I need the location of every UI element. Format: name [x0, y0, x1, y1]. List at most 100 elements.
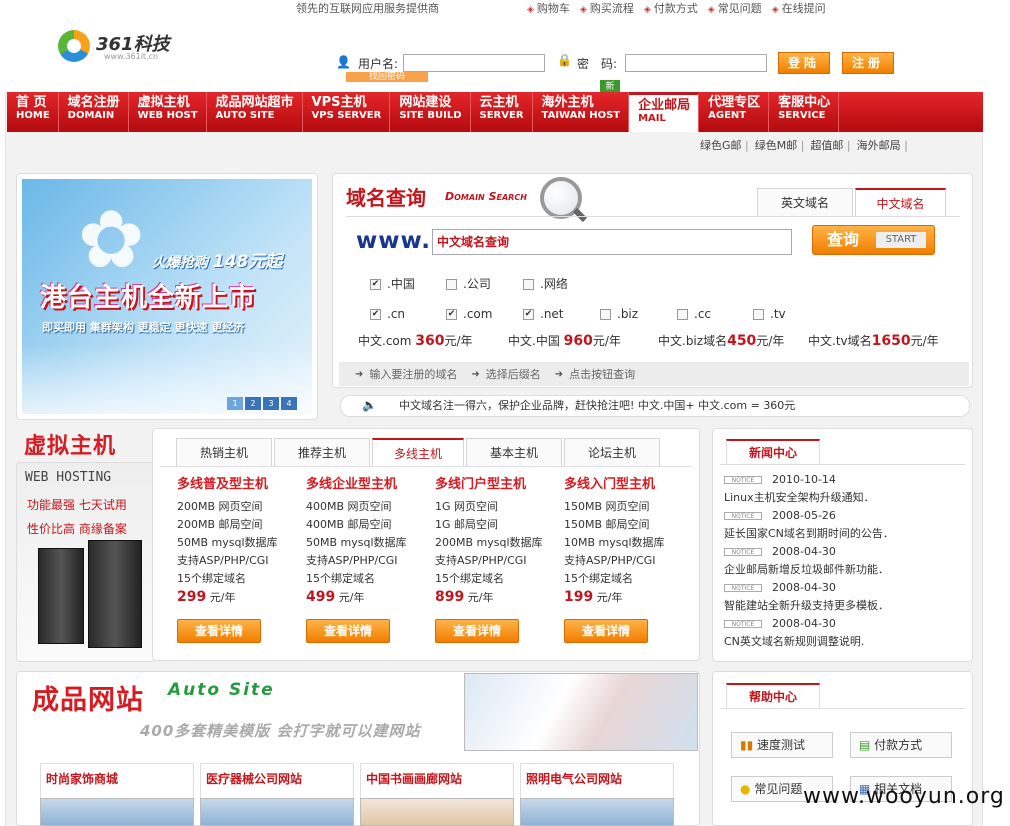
- checkbox-zhongguo[interactable]: ✔ .中国: [370, 275, 415, 292]
- tab-chinese-domain[interactable]: 中文域名: [855, 188, 946, 216]
- checkbox-box[interactable]: [523, 279, 534, 290]
- product-spec: 400MB 邮局空间: [306, 518, 392, 531]
- site-card-title[interactable]: 医疗器械公司网站: [206, 770, 302, 787]
- news-item[interactable]: NOTICE 2008-04-30: [724, 579, 969, 597]
- banner-page-1[interactable]: 1: [227, 397, 243, 410]
- auto-site-subtitle: 400多套精美模版 会打字就可以建网站: [140, 722, 421, 740]
- checkbox-cc[interactable]: .cc: [677, 307, 711, 321]
- logo-icon[interactable]: [58, 30, 90, 62]
- checkbox-box[interactable]: ✔: [370, 279, 381, 290]
- password-input[interactable]: [625, 54, 767, 72]
- site-thumbnail[interactable]: [40, 798, 194, 826]
- username-input[interactable]: [403, 54, 545, 72]
- product-spec: 200MB 网页空间: [177, 500, 263, 513]
- payment-button[interactable]: ▤ 付款方式: [850, 732, 952, 758]
- tab-recommended-host[interactable]: 推荐主机: [274, 438, 370, 466]
- checkbox-biz[interactable]: .biz: [600, 307, 638, 321]
- checkbox-box[interactable]: [677, 309, 688, 320]
- register-button[interactable]: 注册: [842, 52, 894, 74]
- news-link[interactable]: Linux主机安全架构升级通知．: [724, 489, 969, 507]
- news-link[interactable]: CN英文域名新规则调整说明.: [724, 633, 969, 651]
- tab-multiline-host[interactable]: 多线主机: [372, 438, 464, 466]
- subnav-green-g[interactable]: 绿色G邮: [700, 137, 749, 153]
- help-title[interactable]: 帮助中心: [726, 683, 820, 709]
- nav-home[interactable]: 首 页 HOME: [7, 92, 59, 132]
- checkbox-gongsi[interactable]: .公司: [446, 275, 491, 292]
- nav-label: 企业邮局: [638, 98, 691, 113]
- banner-slide[interactable]: ✿ 火爆抢购 148元起 港台主机全新上市 即买即用 集群架构 更稳定 更快速 …: [22, 179, 312, 414]
- news-link[interactable]: 企业邮局新增反垃圾邮件新功能．: [724, 561, 969, 579]
- news-item[interactable]: NOTICE 2008-05-26: [724, 507, 969, 525]
- top-link-ask[interactable]: 在线提问: [772, 0, 826, 16]
- checkbox-box[interactable]: ✔: [523, 309, 534, 320]
- subnav-value[interactable]: 超值邮: [810, 137, 850, 153]
- site-thumbnail[interactable]: [520, 798, 674, 826]
- nav-mail[interactable]: 企业邮局 MAIL: [629, 92, 700, 132]
- checkbox-net[interactable]: ✔ .net: [523, 307, 564, 321]
- checkbox-box[interactable]: ✔: [370, 309, 381, 320]
- banner-page-3[interactable]: 3: [263, 397, 279, 410]
- top-link-cart[interactable]: 购物车: [527, 0, 570, 16]
- divider: [720, 708, 965, 709]
- help-label: 付款方式: [874, 738, 923, 752]
- checkbox-com[interactable]: ✔ .com: [446, 307, 492, 321]
- checkbox-box[interactable]: [600, 309, 611, 320]
- subnav-green-m[interactable]: 绿色M邮: [755, 137, 805, 153]
- nav-autosite[interactable]: 成品网站超市 AUTO SITE: [207, 92, 303, 132]
- site-card-title[interactable]: 时尚家饰商城: [46, 770, 118, 787]
- news-item[interactable]: NOTICE 2008-04-30: [724, 543, 969, 561]
- banner-tagline: 即买即用 集群架构 更稳定 更快速 更经济: [42, 321, 245, 334]
- nav-webhost[interactable]: 虚拟主机 WEB HOST: [129, 92, 207, 132]
- login-button[interactable]: 登陆: [778, 52, 830, 74]
- nav-service[interactable]: 客服中心 SERVICE: [769, 92, 840, 132]
- query-button[interactable]: 查询 START: [812, 225, 935, 255]
- domain-search-input[interactable]: 中文域名查询: [432, 229, 792, 255]
- checkbox-tv[interactable]: .tv: [753, 307, 786, 321]
- news-link[interactable]: 延长国家CN域名到期时间的公告．: [724, 525, 969, 543]
- site-card-title[interactable]: 照明电气公司网站: [526, 770, 622, 787]
- checkbox-cn[interactable]: ✔ .cn: [370, 307, 405, 321]
- top-link-payment[interactable]: 付款方式: [644, 0, 698, 16]
- product-spec: 50MB mysql数据库: [177, 536, 278, 549]
- checkbox-label: .网络: [540, 277, 568, 291]
- subnav-overseas[interactable]: 海外邮局: [857, 137, 908, 153]
- nav-agent[interactable]: 代理专区 AGENT: [699, 92, 770, 132]
- nav-cloud[interactable]: 云主机 SERVER: [471, 92, 533, 132]
- tab-forum-host[interactable]: 论坛主机: [564, 438, 660, 466]
- checkbox-box[interactable]: [753, 309, 764, 320]
- top-link-faq[interactable]: 常见问题: [708, 0, 762, 16]
- tab-basic-host[interactable]: 基本主机: [466, 438, 562, 466]
- nav-label-en: AGENT: [708, 110, 747, 121]
- nav-vps[interactable]: VPS主机 VPS SERVER: [303, 92, 391, 132]
- top-link-process[interactable]: 购买流程: [580, 0, 634, 16]
- checkbox-wangluo[interactable]: .网络: [523, 275, 568, 292]
- detail-button-3[interactable]: 查看详情: [435, 619, 519, 643]
- site-thumbnail[interactable]: [200, 798, 354, 826]
- price-value: 899: [435, 589, 465, 605]
- detail-button-4[interactable]: 查看详情: [564, 619, 648, 643]
- news-title[interactable]: 新闻中心: [726, 439, 820, 465]
- banner-page-2[interactable]: 2: [245, 397, 261, 410]
- forgot-password-link[interactable]: 找回密码: [346, 72, 428, 82]
- price-value: 299: [177, 589, 207, 605]
- speed-test-button[interactable]: ▮▮ 速度测试: [731, 732, 833, 758]
- chart-icon: ▮▮: [740, 738, 754, 752]
- tab-hot-host[interactable]: 热销主机: [176, 438, 272, 466]
- news-link[interactable]: 智能建站全新升级支持更多模板．: [724, 597, 969, 615]
- checkbox-box[interactable]: ✔: [446, 309, 457, 320]
- news-item[interactable]: NOTICE 2010-10-14: [724, 471, 969, 489]
- news-item[interactable]: NOTICE 2008-04-30: [724, 615, 969, 633]
- nav-domain[interactable]: 域名注册 DOMAIN: [59, 92, 129, 132]
- site-thumbnail[interactable]: [360, 798, 514, 826]
- detail-button-1[interactable]: 查看详情: [177, 619, 261, 643]
- site-card-title[interactable]: 中国书画画廊网站: [366, 770, 462, 787]
- nav-sitebuild[interactable]: 网站建设 SITE BUILD: [390, 92, 471, 132]
- tab-english-domain[interactable]: 英文域名: [757, 188, 853, 216]
- nav-overseas[interactable]: 海外主机 TAIWAN HOST: [533, 92, 630, 132]
- banner-headline: 港台主机全新上市: [40, 283, 257, 313]
- nav-label: VPS主机: [311, 95, 367, 110]
- banner-page-4[interactable]: 4: [281, 397, 297, 410]
- domain-notice[interactable]: 中文域名注一得六，保护企业品牌，赶快抢注吧! 中文.中国+ 中文.com = 3…: [340, 395, 970, 417]
- checkbox-box[interactable]: [446, 279, 457, 290]
- detail-button-2[interactable]: 查看详情: [306, 619, 390, 643]
